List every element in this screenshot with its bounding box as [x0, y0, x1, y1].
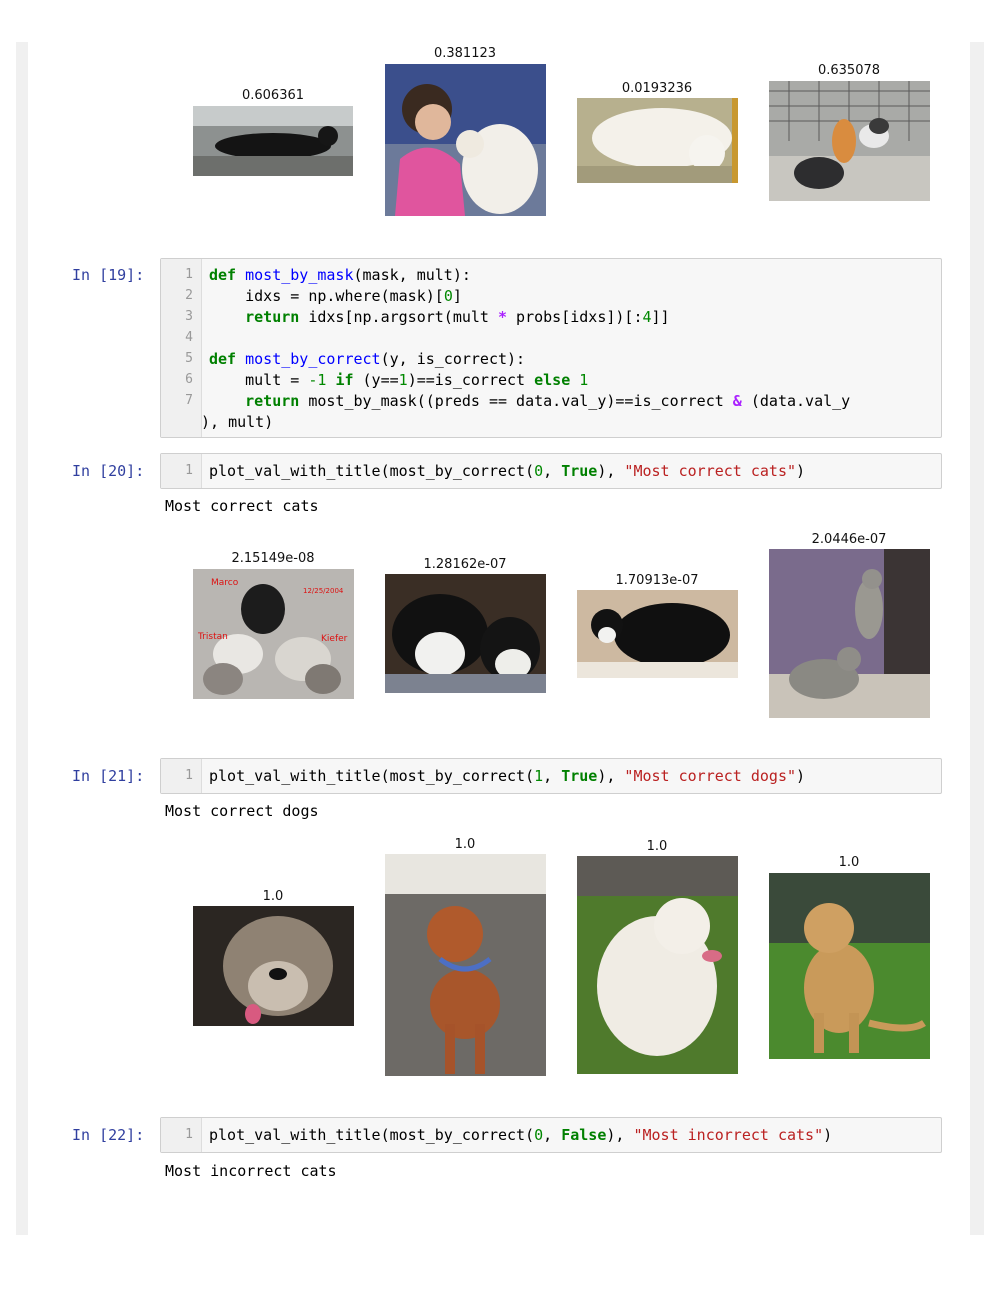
code-line: def most_by_correct(y, is_correct):	[209, 350, 526, 368]
cell-output-text: Most correct cats	[165, 497, 319, 515]
code-editor[interactable]: plot_val_with_title(most_by_correct(0, F…	[209, 1125, 832, 1146]
thumbnail-image	[577, 590, 738, 678]
input-prompt: In [20]:	[72, 462, 145, 480]
code-line: return most_by_mask((preds == data.val_y…	[245, 392, 851, 410]
figure-title: 0.0193236	[621, 81, 693, 96]
thumbnail-image	[577, 856, 738, 1074]
figure-title: 1.0	[262, 889, 284, 904]
line-number: 2	[185, 288, 193, 303]
svg-text:Tristan: Tristan	[197, 632, 228, 642]
code-line: idxs = np.where(mask)[0]	[209, 287, 462, 305]
figure-title: 0.381123	[433, 46, 497, 61]
code-editor[interactable]: plot_val_with_title(most_by_correct(1, T…	[209, 766, 805, 787]
thumbnail-image	[193, 906, 354, 1026]
thumbnail-image	[193, 106, 353, 176]
input-prompt: In [22]:	[72, 1126, 145, 1144]
code-line: def most_by_mask(mask, mult):	[209, 266, 471, 284]
line-number: 1	[185, 768, 193, 783]
figure-title: 1.28162e-07	[423, 557, 507, 572]
figure-title: 2.15149e-08	[231, 551, 315, 566]
right-scrollbar[interactable]	[970, 42, 984, 1235]
line-number: 1	[185, 1127, 193, 1142]
code-editor[interactable]: def most_by_mask(mask, mult): idxs = np.…	[201, 265, 851, 433]
thumbnail-image	[769, 873, 930, 1059]
figure-title: 1.70913e-07	[615, 573, 699, 588]
figure-title: 1.0	[838, 855, 860, 870]
line-number: 1	[185, 267, 193, 282]
code-editor[interactable]: plot_val_with_title(most_by_correct(0, T…	[209, 461, 805, 482]
line-number: 1	[185, 463, 193, 478]
thumbnail-image	[769, 549, 930, 718]
thumbnail-image	[385, 64, 546, 216]
line-number-gutter	[161, 259, 202, 437]
code-line: return idxs[np.argsort(mult * probs[idxs…	[245, 308, 670, 326]
svg-text:12/25/2004: 12/25/2004	[303, 587, 344, 595]
thumbnail-image	[577, 98, 738, 183]
figure-title: 1.0	[454, 837, 476, 852]
input-prompt: In [21]:	[72, 767, 145, 785]
thumbnail-image	[769, 81, 930, 201]
code-cell[interactable]: 1 plot_val_with_title(most_by_correct(0,…	[160, 453, 942, 489]
code-line: mult = -1 if (y==1)==is_correct else 1	[209, 371, 589, 389]
svg-text:Kiefer: Kiefer	[321, 634, 348, 644]
line-number: 5	[185, 351, 193, 366]
code-cell[interactable]: 1 plot_val_with_title(most_by_correct(1,…	[160, 758, 942, 794]
code-cell[interactable]: 1 2 3 4 5 6 7 def most_by_mask(mask, mul…	[160, 258, 942, 438]
figure-title: 2.0446e-07	[811, 532, 887, 547]
thumbnail-image: Marco 12/25/2004 Tristan Kiefer	[193, 569, 354, 699]
figure-title: 0.606361	[241, 88, 305, 103]
code-cell[interactable]: 1 plot_val_with_title(most_by_correct(0,…	[160, 1117, 942, 1153]
thumbnail-image	[385, 854, 546, 1076]
thumbnail-image	[385, 574, 546, 693]
cell-output-text: Most incorrect cats	[165, 1162, 337, 1180]
line-number: 6	[185, 372, 193, 387]
figure-title: 1.0	[646, 839, 668, 854]
svg-text:Marco: Marco	[211, 578, 239, 588]
input-prompt: In [19]:	[72, 266, 145, 284]
line-number: 7	[185, 393, 193, 408]
line-number: 4	[185, 330, 193, 345]
code-line: ), mult)	[201, 413, 274, 431]
line-number: 3	[185, 309, 193, 324]
cell-output-text: Most correct dogs	[165, 802, 319, 820]
left-margin-bar	[16, 42, 28, 1235]
figure-title: 0.635078	[817, 63, 881, 78]
